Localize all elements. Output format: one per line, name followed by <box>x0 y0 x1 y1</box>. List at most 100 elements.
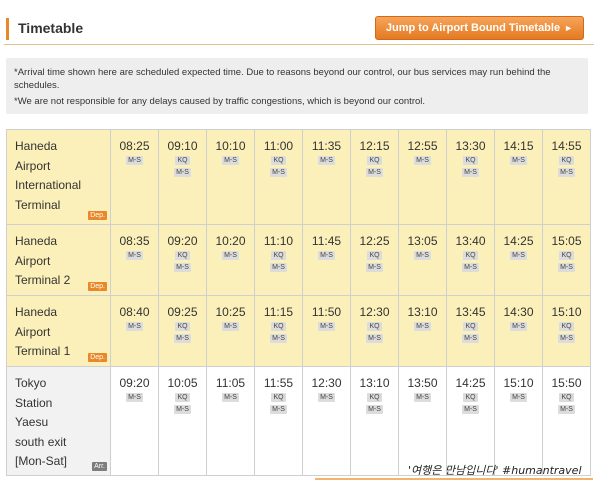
departure-time: 11:00 <box>263 139 294 153</box>
mon-sat-badge: M-S <box>462 405 479 414</box>
kq-badge: KQ <box>175 322 190 331</box>
time-cell: 14:25 KQ M-S <box>446 366 495 476</box>
badge-wrap: KQ <box>159 248 206 260</box>
timetable-row: Haneda Airport Terminal 1 Dep. 08:40 M-S 09:25… <box>6 295 591 367</box>
departure-tag: Dep. <box>88 211 107 220</box>
mon-sat-badge: M-S <box>222 251 239 260</box>
time-cell: 11:05 M-S <box>206 366 255 476</box>
mon-sat-badge: M-S <box>270 263 287 272</box>
time-cell: 11:45 M-S <box>302 224 351 296</box>
departure-time: 14:25 <box>455 376 486 390</box>
badge-wrap: M-S <box>207 153 254 165</box>
jump-button-label: Jump to Airport Bound Timetable <box>385 22 561 34</box>
badge-wrap: M-S <box>303 390 350 402</box>
badge-wrap: KQ <box>543 390 590 402</box>
badge-wrap: M-S <box>111 248 158 260</box>
departure-time: 09:10 <box>167 139 198 153</box>
mon-sat-badge: M-S <box>462 263 479 272</box>
watermark-text: '여행은 만남입니다' #humantravel <box>408 464 582 477</box>
stop-name-line: Haneda <box>15 305 58 319</box>
departure-time: 11:05 <box>215 376 246 390</box>
badge-wrap: KQ <box>447 390 494 402</box>
arrival-tag: Arr. <box>92 462 107 471</box>
badge-wrap: M-S <box>495 390 542 402</box>
mon-sat-badge: M-S <box>414 156 431 165</box>
badge-wrap: KQ <box>159 319 206 331</box>
stop-name-line: Haneda <box>15 139 58 153</box>
play-arrow-icon: ► <box>564 23 573 33</box>
time-cell: 14:30 M-S <box>494 295 543 367</box>
departure-time: 08:40 <box>119 305 150 319</box>
badge-wrap: M-S <box>543 260 590 272</box>
badge-wrap: M-S <box>495 248 542 260</box>
departure-time: 15:10 <box>503 376 534 390</box>
stop-name-line: south exit <box>15 434 67 449</box>
time-cell: 11:55 KQ M-S <box>254 366 303 476</box>
departure-time: 10:25 <box>215 305 246 319</box>
badge-wrap: M-S <box>159 165 206 177</box>
badge-wrap: M-S <box>159 402 206 414</box>
time-cell: 15:10 M-S <box>494 366 543 476</box>
departure-time: 11:45 <box>311 234 342 248</box>
departure-time: 11:35 <box>311 139 342 153</box>
badge-wrap: KQ <box>351 248 398 260</box>
mon-sat-badge: M-S <box>414 393 431 402</box>
timetable-row: Haneda Airport International Terminal Dep. 08… <box>6 129 591 225</box>
time-cell: 09:20 M-S <box>110 366 159 476</box>
badge-wrap: KQ <box>543 319 590 331</box>
badge-wrap: M-S <box>543 165 590 177</box>
timetable-row: Haneda Airport Terminal 2 Dep. 08:35 M-S 09:20… <box>6 224 591 296</box>
badge-wrap: M-S <box>399 248 446 260</box>
departure-time: 12:15 <box>359 139 390 153</box>
departure-tag: Dep. <box>88 353 107 362</box>
badge-wrap: M-S <box>447 260 494 272</box>
stop-name: Tokyo Station Yaesu south exit [Mon-Sat] <box>15 374 95 472</box>
mon-sat-badge: M-S <box>270 334 287 343</box>
badge-wrap: M-S <box>111 319 158 331</box>
departure-time: 13:10 <box>359 376 390 390</box>
departure-time: 10:05 <box>167 376 198 390</box>
stop-name-line: Haneda <box>15 234 58 248</box>
kq-badge: KQ <box>367 251 382 260</box>
time-cell: 08:25 M-S <box>110 129 159 225</box>
mon-sat-badge: M-S <box>510 393 527 402</box>
badge-wrap: KQ <box>543 248 590 260</box>
footer-divider <box>315 478 593 480</box>
departure-time: 11:15 <box>263 305 294 319</box>
time-cell: 09:25 KQ M-S <box>158 295 207 367</box>
time-cell: 08:40 M-S <box>110 295 159 367</box>
timetable-grid: Haneda Airport International Terminal Dep. 08… <box>6 129 591 476</box>
badge-wrap: M-S <box>447 331 494 343</box>
mon-sat-badge: M-S <box>174 263 191 272</box>
badge-wrap: M-S <box>303 248 350 260</box>
time-cell: 11:35 M-S <box>302 129 351 225</box>
time-cell: 15:05 KQ M-S <box>542 224 591 296</box>
departure-time: 13:30 <box>455 139 486 153</box>
stop-cell: Haneda Airport International Terminal Dep. <box>6 129 111 225</box>
stop-cell: Haneda Airport Terminal 1 Dep. <box>6 295 111 367</box>
time-cell: 15:10 KQ M-S <box>542 295 591 367</box>
stop-name-line: International <box>15 178 82 192</box>
mon-sat-badge: M-S <box>558 334 575 343</box>
time-cell: 11:15 KQ M-S <box>254 295 303 367</box>
jump-to-airport-bound-button[interactable]: Jump to Airport Bound Timetable ► <box>374 16 584 40</box>
time-cell: 11:00 KQ M-S <box>254 129 303 225</box>
departure-time: 11:50 <box>311 305 342 319</box>
badge-wrap: KQ <box>543 153 590 165</box>
mon-sat-badge: M-S <box>270 405 287 414</box>
notice-box: *Arrival time shown here are scheduled e… <box>6 58 588 114</box>
mon-sat-badge: M-S <box>270 168 287 177</box>
badge-wrap: M-S <box>399 390 446 402</box>
badge-wrap: M-S <box>351 165 398 177</box>
badge-wrap: M-S <box>111 153 158 165</box>
mon-sat-badge: M-S <box>126 393 143 402</box>
badge-wrap: M-S <box>207 319 254 331</box>
kq-badge: KQ <box>175 393 190 402</box>
badge-wrap: M-S <box>543 331 590 343</box>
time-cell: 13:50 M-S <box>398 366 447 476</box>
badge-wrap: KQ <box>159 153 206 165</box>
badge-wrap: M-S <box>255 260 302 272</box>
badge-wrap: KQ <box>255 390 302 402</box>
kq-badge: KQ <box>559 251 574 260</box>
time-cell: 10:25 M-S <box>206 295 255 367</box>
